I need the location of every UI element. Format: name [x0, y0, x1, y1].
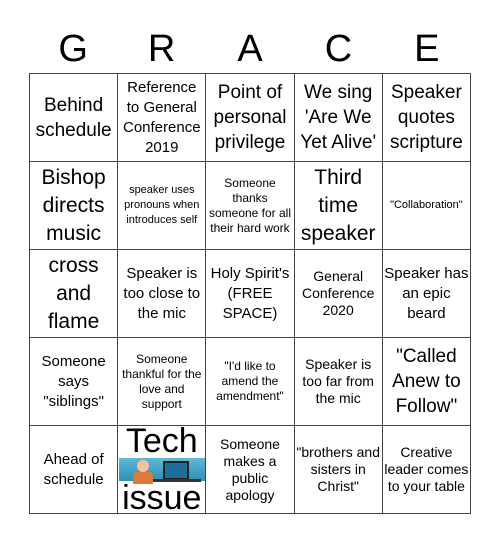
bingo-grid: Behind schedule Reference to General Con…: [29, 73, 471, 514]
bingo-cell[interactable]: "Collaboration": [382, 162, 471, 250]
bingo-cell[interactable]: Reference to General Conference 2019: [118, 74, 207, 162]
bingo-cell[interactable]: General Conference 2020: [294, 250, 383, 338]
bingo-cell[interactable]: Behind schedule: [30, 74, 119, 162]
bingo-cell[interactable]: "I'd like to amend the amendment": [206, 338, 295, 426]
bingo-cell[interactable]: "Called Anew to Follow": [382, 338, 471, 426]
bingo-cell[interactable]: Third time speaker: [294, 162, 383, 250]
issue-label: issue: [122, 479, 202, 514]
header-letter: C: [324, 28, 353, 70]
frustrated-computer-user-icon: [118, 458, 205, 484]
header-letter: A: [237, 28, 263, 70]
bingo-cell[interactable]: Bishop directs music: [30, 162, 119, 250]
bingo-cell[interactable]: Someone makes a public apology: [206, 426, 295, 514]
header-letter: G: [58, 28, 88, 70]
bingo-cell[interactable]: Speaker is too close to the mic: [118, 250, 207, 338]
header-letter: R: [147, 28, 176, 70]
bingo-header: G R A C E: [29, 26, 471, 72]
tech-issue-cell[interactable]: Tech issue: [118, 426, 207, 514]
bingo-cell[interactable]: Ahead of schedule: [30, 426, 119, 514]
bingo-cell[interactable]: Speaker is too far from the mic: [294, 338, 383, 426]
bingo-cell[interactable]: Creative leader comes to your table: [382, 426, 471, 514]
bingo-cell[interactable]: "brothers and sisters in Christ": [294, 426, 383, 514]
bingo-cell[interactable]: Speaker quotes scripture: [382, 74, 471, 162]
bingo-cell[interactable]: Someone says "siblings": [30, 338, 119, 426]
bingo-cell[interactable]: Speaker has an epic beard: [382, 250, 471, 338]
bingo-cell[interactable]: Point of personal privilege: [206, 74, 295, 162]
bingo-cell[interactable]: cross and flame: [30, 250, 119, 338]
bingo-cell[interactable]: Someone thankful for the love and suppor…: [118, 338, 207, 426]
tech-label: Tech: [125, 426, 198, 460]
bingo-cell[interactable]: Someone thanks someone for all their har…: [206, 162, 295, 250]
header-letter: E: [414, 28, 440, 70]
free-space-cell[interactable]: Holy Spirit's (FREE SPACE): [206, 250, 295, 338]
bingo-cell[interactable]: speaker uses pronouns when introduces se…: [118, 162, 207, 250]
bingo-cell[interactable]: We sing 'Are We Yet Alive': [294, 74, 383, 162]
